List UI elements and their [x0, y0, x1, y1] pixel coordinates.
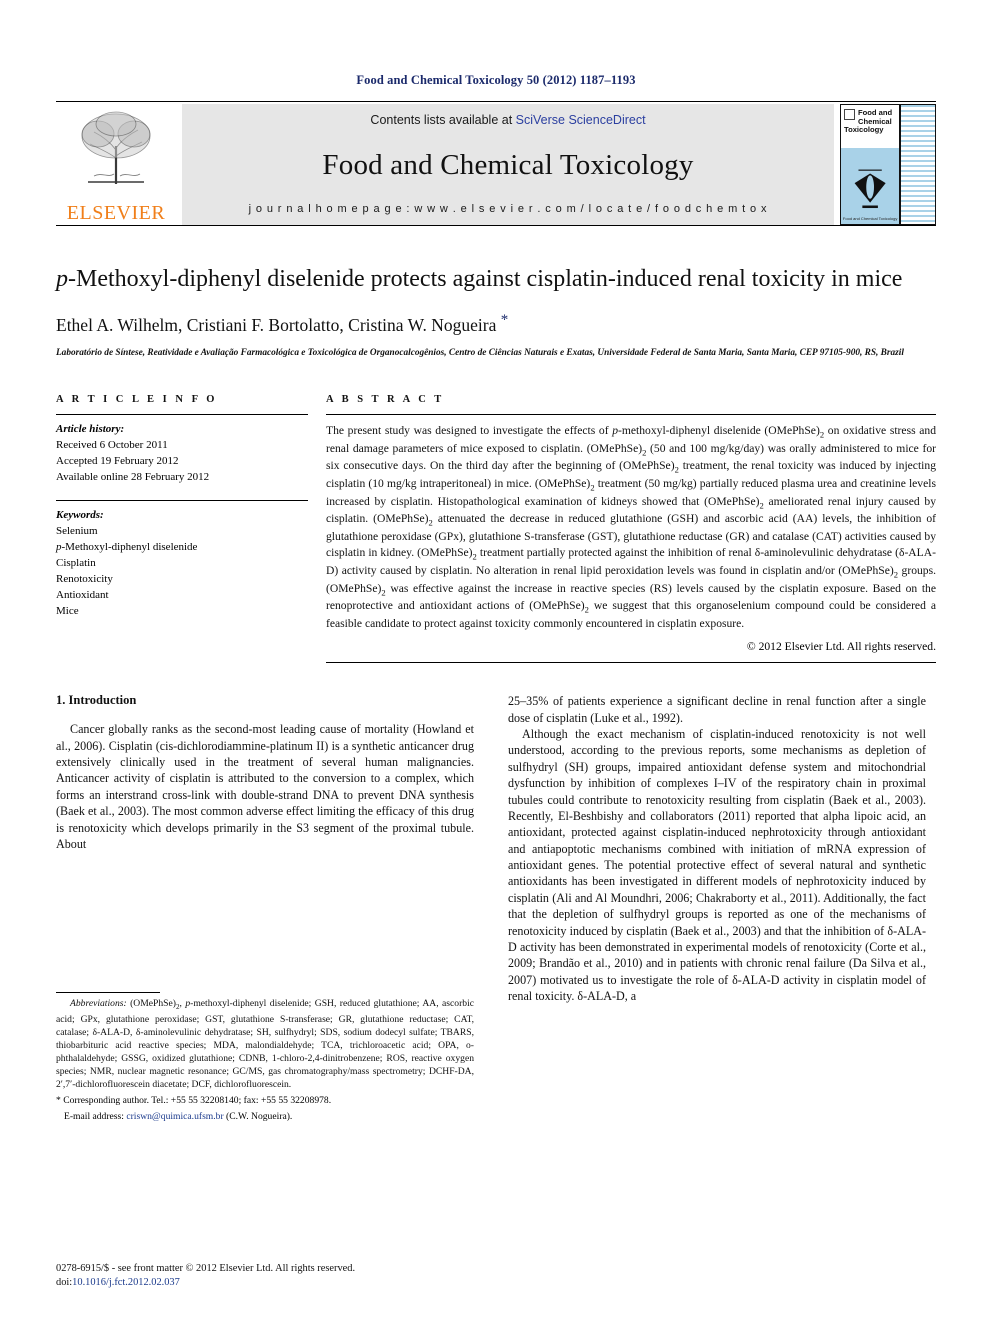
journal-homepage-line[interactable]: j o u r n a l h o m e p a g e : w w w . …: [249, 203, 768, 215]
article-info-rule: [56, 414, 308, 416]
abstract-rule: [326, 414, 936, 416]
journal-masthead: ELSEVIER Contents lists available at Sci…: [56, 104, 936, 225]
cover-stripes: [901, 105, 935, 224]
article-history: Article history: Received 6 October 2011…: [56, 422, 308, 486]
email-link[interactable]: criswn@quimica.ufsm.br: [126, 1111, 223, 1122]
keyword-item: p-Methoxyl-diphenyl diselenide: [56, 540, 198, 553]
email-suffix: (C.W. Nogueira).: [223, 1111, 293, 1123]
masthead-bottom-rule: [56, 225, 936, 226]
cover-logo-square-icon: [844, 109, 855, 120]
keyword-item: Cisplatin: [56, 556, 96, 569]
elsevier-logo: ELSEVIER: [56, 104, 176, 225]
running-head: Food and Chemical Toxicology 50 (2012) 1…: [356, 73, 636, 87]
elsevier-tree-icon: [81, 111, 151, 184]
sciencedirect-link[interactable]: SciVerse ScienceDirect: [516, 113, 646, 127]
email-footnote: E-mail address: criswn@quimica.ufsm.br (…: [56, 1110, 474, 1123]
masthead-top-rule: [56, 101, 936, 102]
author-list: Ethel A. Wilhelm, Cristiani F. Bortolatt…: [56, 312, 936, 336]
paper-page: Food and Chemical Toxicology 50 (2012) 1…: [0, 0, 992, 1323]
title-italic-lead: p: [56, 266, 68, 292]
article-info-column: A R T I C L E I N F O Article history: R…: [56, 394, 326, 663]
accepted-date: Accepted 19 February 2012: [56, 455, 179, 468]
page-footer: 0278-6915/$ - see front matter © 2012 El…: [56, 1262, 355, 1291]
keywords-block: Keywords: Selenium p-Methoxyl-diphenyl d…: [56, 508, 308, 620]
keyword-item: Renotoxicity: [56, 572, 113, 585]
title-rest: -Methoxyl-diphenyl diselenide protects a…: [68, 266, 903, 292]
cover-spine: [899, 105, 935, 224]
abbreviations-footnote: Abbreviations: (OMePhSe)2, p-methoxyl-di…: [56, 997, 474, 1091]
abstract-copyright: © 2012 Elsevier Ltd. All rights reserved…: [746, 640, 936, 654]
cover-caption: Food and Chemical Toxicology: [842, 215, 898, 221]
abbreviations-text: (OMePhSe)2, p-methoxyl-diphenyl diseleni…: [56, 997, 475, 1090]
journal-title: Food and Chemical Toxicology: [322, 148, 694, 181]
author-names: Ethel A. Wilhelm, Cristiani F. Bortolatt…: [56, 315, 497, 336]
keyword-item: Mice: [56, 604, 79, 617]
corresponding-author-footnote: * Corresponding author. Tel.: +55 55 322…: [56, 1094, 332, 1106]
affiliation: Laboratório de Síntese, Reatividade e Av…: [56, 348, 904, 359]
contents-prefix: Contents lists available at: [370, 113, 516, 127]
abstract-text: The present study was designed to invest…: [326, 424, 937, 630]
doi-label: doi:: [56, 1277, 73, 1289]
masthead-center: Contents lists available at SciVerse Sci…: [182, 104, 834, 225]
doi-line: doi:10.1016/j.fct.2012.02.037: [56, 1276, 355, 1291]
article-info-heading: A R T I C L E I N F O: [56, 394, 218, 406]
cover-emblem-icon: [854, 169, 886, 208]
body-columns: 1. Introduction Cancer globally ranks as…: [56, 693, 936, 1123]
contents-lists-line: Contents lists available at SciVerse Sci…: [370, 113, 645, 127]
footnote-zone: Abbreviations: (OMePhSe)2, p-methoxyl-di…: [56, 991, 474, 1123]
issn-line: 0278-6915/$ - see front matter © 2012 El…: [56, 1262, 356, 1274]
corresponding-author-marker: *: [500, 312, 509, 329]
elsevier-wordmark: ELSEVIER: [66, 202, 166, 224]
left-column: 1. Introduction Cancer globally ranks as…: [56, 693, 474, 1123]
article-history-label: Article history:: [56, 423, 125, 436]
keywords-rule: [56, 500, 308, 502]
page-title: p-Methoxyl-diphenyl diselenide protects …: [56, 265, 936, 293]
cover-front: Food and Chemical Toxicology Food and Ch…: [841, 105, 900, 224]
abstract-heading: A B S T R A C T: [326, 394, 445, 406]
introduction-heading: 1. Introduction: [56, 693, 137, 708]
keyword-item: Antioxidant: [56, 588, 109, 601]
email-label: E-mail address:: [64, 1111, 124, 1123]
intro-paragraph-right-2: Although the exact mechanism of cisplati…: [508, 727, 926, 1004]
journal-cover-thumbnail: Food and Chemical Toxicology Food and Ch…: [840, 104, 936, 225]
abbreviations-label: Abbreviations:: [70, 997, 127, 1009]
doi-link[interactable]: 10.1016/j.fct.2012.02.037: [72, 1277, 180, 1288]
available-online-date: Available online 28 February 2012: [56, 471, 210, 484]
intro-paragraph-left: Cancer globally ranks as the second-most…: [56, 722, 474, 851]
right-column: 25–35% of patients experience a signific…: [508, 693, 926, 1123]
abstract-column: A B S T R A C T The present study was de…: [326, 394, 937, 664]
received-date: Received 6 October 2011: [56, 439, 168, 452]
cover-artwork: Food and Chemical Toxicology: [841, 147, 900, 224]
keywords-label: Keywords:: [56, 509, 104, 522]
cover-title-area: Food and Chemical Toxicology: [841, 105, 900, 148]
info-abstract-section: A R T I C L E I N F O Article history: R…: [56, 394, 937, 664]
abstract-bottom-rule: [326, 662, 936, 664]
keyword-item: Selenium: [56, 525, 98, 538]
footnote-rule: [56, 991, 160, 993]
intro-paragraph-right-1: 25–35% of patients experience a signific…: [508, 694, 926, 725]
